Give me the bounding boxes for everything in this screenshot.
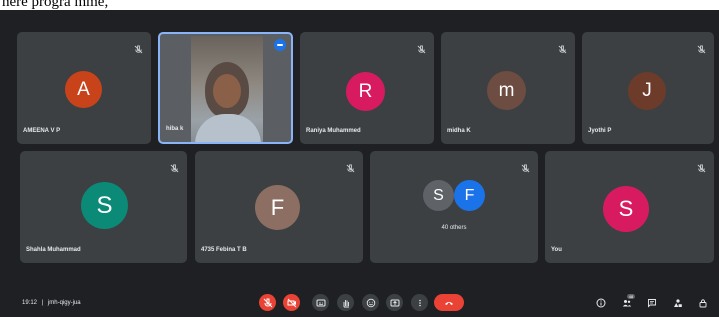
camera-toggle-button[interactable] bbox=[283, 294, 300, 311]
participant-tile-febina[interactable]: F 4735 Febina T B bbox=[195, 151, 363, 263]
hang-up-icon bbox=[445, 301, 453, 305]
meeting-code: jmh-qigy-jua bbox=[47, 300, 81, 306]
info-icon bbox=[596, 298, 606, 308]
participant-name: You bbox=[551, 247, 562, 253]
avatar: R bbox=[346, 72, 385, 111]
participant-tile-shahla[interactable]: S Shahla Muhammad bbox=[20, 151, 187, 263]
captions-button[interactable] bbox=[312, 294, 329, 311]
raise-hand-icon bbox=[343, 299, 349, 307]
meeting-info: 19:12 | jmh-qigy-jua bbox=[22, 300, 81, 306]
chat-icon bbox=[648, 299, 656, 308]
people-icon bbox=[622, 300, 632, 307]
avatar: S bbox=[81, 182, 128, 229]
activities-icon bbox=[674, 299, 682, 307]
participant-name: midha K bbox=[447, 128, 471, 134]
avatar: A bbox=[65, 71, 102, 108]
present-icon bbox=[390, 299, 399, 306]
mic-off-icon bbox=[263, 298, 272, 307]
participant-name: AMEENA V P bbox=[23, 128, 61, 134]
avatar: m bbox=[487, 71, 526, 110]
emoji-icon bbox=[366, 298, 375, 307]
camera-off-icon bbox=[287, 298, 296, 307]
more-icon bbox=[418, 299, 421, 306]
captions-icon bbox=[316, 299, 325, 306]
participant-name: 4735 Febina T B bbox=[201, 247, 247, 253]
participant-name: hiba k bbox=[166, 126, 184, 132]
mic-muted-icon bbox=[417, 41, 426, 54]
reactions-button[interactable] bbox=[362, 294, 379, 311]
more-options-button[interactable] bbox=[411, 294, 428, 311]
participant-tile-hiba[interactable]: hiba k bbox=[158, 32, 293, 144]
participant-name: Jyothi P bbox=[588, 128, 612, 134]
meeting-stage: A AMEENA V P hiba k R Raniya Muhammed m … bbox=[0, 10, 719, 317]
avatar: S bbox=[603, 186, 649, 232]
participant-video bbox=[191, 36, 263, 142]
mic-muted-icon bbox=[170, 160, 179, 173]
host-controls-button[interactable] bbox=[697, 297, 709, 309]
clock: 19:12 bbox=[22, 300, 38, 306]
others-count: 40 others bbox=[441, 225, 467, 231]
separator: | bbox=[41, 300, 44, 306]
avatar: F bbox=[454, 180, 485, 211]
page-caption: here progra mme, bbox=[2, 0, 109, 10]
participant-tile-raniya[interactable]: R Raniya Muhammed bbox=[300, 32, 434, 144]
control-bar: 19:12 | jmh-qigy-jua 48 bbox=[0, 283, 719, 317]
participant-tile-midha[interactable]: m midha K bbox=[441, 32, 575, 144]
mic-muted-icon bbox=[521, 160, 530, 173]
participant-name: Raniya Muhammed bbox=[306, 128, 361, 134]
avatar: S bbox=[423, 180, 454, 211]
mic-muted-icon bbox=[697, 41, 706, 54]
mic-muted-icon bbox=[697, 160, 706, 173]
participant-name: Shahla Muhammad bbox=[26, 247, 81, 253]
speaking-indicator-icon bbox=[274, 39, 286, 51]
participants-count-badge: 48 bbox=[627, 294, 635, 299]
mic-muted-icon bbox=[134, 41, 143, 54]
others-tile[interactable]: S F 40 others bbox=[370, 151, 538, 263]
present-button[interactable] bbox=[386, 294, 403, 311]
chat-button[interactable] bbox=[646, 297, 658, 309]
mic-muted-icon bbox=[346, 160, 355, 173]
activities-button[interactable] bbox=[672, 297, 684, 309]
mic-muted-icon bbox=[558, 41, 567, 54]
mic-toggle-button[interactable] bbox=[259, 294, 276, 311]
avatar: J bbox=[628, 72, 666, 110]
participant-tile-jyothi[interactable]: J Jyothi P bbox=[582, 32, 714, 144]
leave-call-button[interactable] bbox=[434, 294, 464, 311]
meeting-details-button[interactable] bbox=[595, 297, 607, 309]
raise-hand-button[interactable] bbox=[337, 294, 354, 311]
host-controls-icon bbox=[699, 299, 707, 308]
participant-tile-ameena[interactable]: A AMEENA V P bbox=[17, 32, 151, 144]
participant-tile-you[interactable]: S You bbox=[545, 151, 714, 263]
avatar: F bbox=[255, 185, 300, 230]
